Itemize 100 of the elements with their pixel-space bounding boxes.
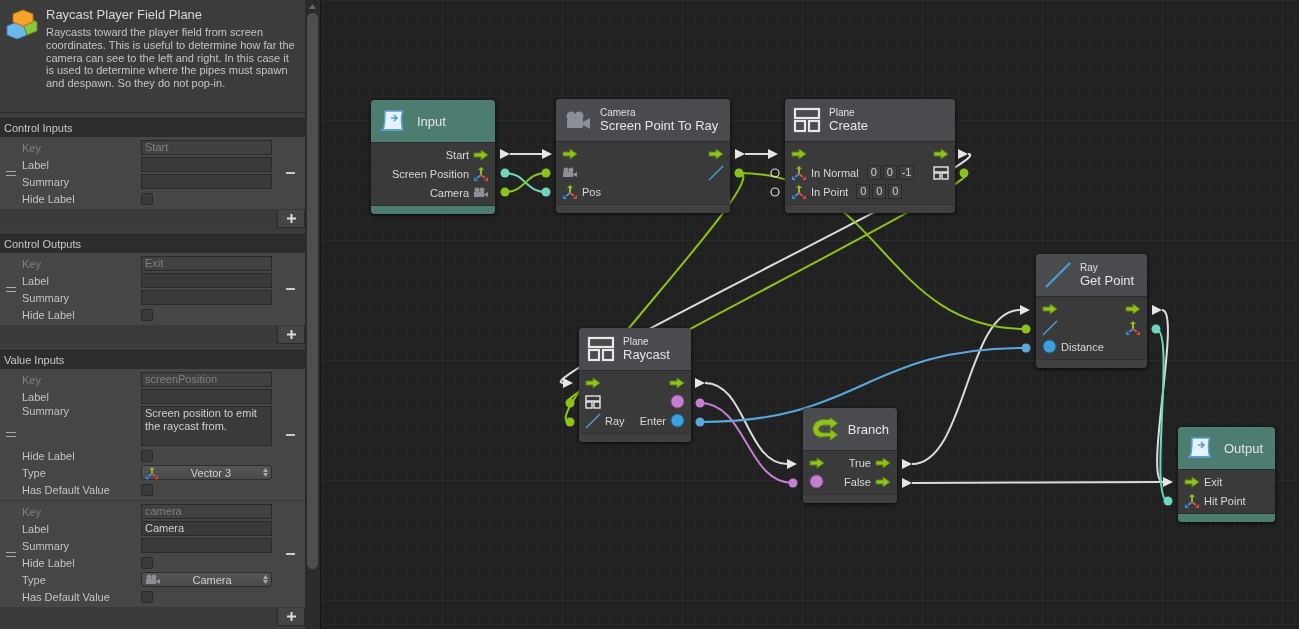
control-port-icon[interactable] [787,459,797,469]
checkbox[interactable] [141,449,153,462]
value-field[interactable]: 0 [882,165,897,180]
add-button[interactable] [277,326,305,344]
updown-icon [263,468,268,477]
text-field[interactable] [141,389,272,404]
node-title: Branch [847,421,889,437]
checkbox[interactable] [141,308,153,321]
control-port-icon[interactable] [958,149,968,159]
section-header: Control Outputs [0,234,305,253]
wire [509,153,543,155]
field-label: Summary [22,175,71,188]
value-field[interactable]: -1 [898,165,915,180]
field-label: Key [22,505,42,518]
arrow-icon [791,147,807,160]
control-port-icon[interactable] [500,149,510,159]
minus-icon[interactable] [285,433,295,436]
node-card[interactable]: Input Start Screen Position Camera [371,100,495,214]
port-label: Distance [1061,340,1104,353]
node-card[interactable]: Output Exit Hit Point [1178,427,1275,522]
field-label: Key [22,257,42,270]
text-field[interactable] [141,290,272,305]
port-label: In Point [811,185,849,198]
text-field[interactable] [141,273,272,288]
field-label: Has Default Value [22,590,111,603]
section-header: Value Inputs [0,350,305,369]
node-title: Output [1224,440,1264,456]
value-field[interactable]: 0 [856,184,871,199]
node-title: Get Point [1080,273,1135,288]
port-label: Enter [639,414,666,427]
control-port-icon[interactable] [1020,305,1030,315]
drag-handle-icon[interactable] [6,551,16,557]
axes-icon [1184,492,1200,509]
drag-handle-icon[interactable] [6,286,16,292]
control-port-icon[interactable] [768,149,778,159]
value-port-icon[interactable] [734,168,744,178]
field-label: Summary [22,291,71,304]
minus-icon[interactable] [285,172,295,174]
value-field[interactable]: 0 [866,165,881,180]
checkbox[interactable] [141,590,153,603]
field-label: Summary [22,405,71,417]
scrollbar-thumb[interactable] [307,13,318,569]
type-dropdown[interactable]: Vector 3 [141,465,272,480]
minus-icon[interactable] [285,288,295,290]
branch-icon [811,416,840,442]
arrow-icon [585,376,601,389]
plane-icon [585,394,601,409]
axes-icon [1125,319,1141,336]
field-label: Type [22,573,47,586]
value-port-icon[interactable] [1163,496,1173,506]
node-card[interactable]: Camera Screen Point To Ray Pos [556,99,730,213]
summary-field[interactable]: Screen position to emit the raycast from. [141,406,272,446]
value-port-icon[interactable] [1151,324,1161,334]
value-field[interactable]: 0 [888,184,903,199]
node-card[interactable]: Branch True False [803,408,897,503]
checkbox[interactable] [141,192,153,205]
port-label: False [844,475,871,488]
circle-icon [1042,339,1057,354]
plus-icon [286,330,296,339]
add-button[interactable] [277,608,305,626]
node-card[interactable]: Ray Get Point Distance [1036,254,1147,368]
type-dropdown[interactable]: Camera [141,572,272,587]
arrow-icon [473,148,489,161]
port-label: Ray [605,414,625,427]
checkbox[interactable] [141,483,153,496]
scrollbar[interactable] [305,0,320,629]
field-label: Label [22,274,50,287]
port-label: Camera [429,186,469,199]
text-field[interactable] [141,157,272,172]
control-port-icon[interactable] [1152,305,1162,315]
add-button[interactable] [277,210,305,228]
text-field[interactable] [141,538,272,553]
minus-icon[interactable] [285,553,295,555]
field-label: Key [22,141,42,154]
arrow-icon [1184,475,1200,488]
control-port-icon[interactable] [1163,477,1173,487]
control-port-icon[interactable] [695,378,705,388]
camera-icon [564,110,592,130]
control-port-icon[interactable] [563,378,573,388]
node-card[interactable]: Plane Create In Normal 0 0 -1 In Point 0 0 0 [785,99,955,213]
drag-handle-icon[interactable] [6,170,16,176]
port-label: Start [445,148,469,161]
control-port-icon[interactable] [735,149,745,159]
value-port-icon[interactable] [788,478,798,488]
circle-icon [670,394,685,409]
value-field[interactable]: 0 [872,184,887,199]
value-port-icon[interactable] [959,168,969,178]
text-field[interactable] [141,174,272,189]
node-category: Plane [623,336,650,347]
control-port-icon[interactable] [542,149,552,159]
drag-handle-icon[interactable] [6,432,16,437]
axes-icon [562,183,578,200]
up-arrow-icon[interactable] [309,4,316,9]
port-label: Exit [1204,475,1223,488]
arrow-icon [933,147,949,160]
node-card[interactable]: Plane Raycast Ray Enter [579,328,691,442]
text-field[interactable]: Camera [141,521,272,536]
checkbox[interactable] [141,556,153,569]
camera-icon [473,187,489,198]
line-icon [585,412,601,429]
